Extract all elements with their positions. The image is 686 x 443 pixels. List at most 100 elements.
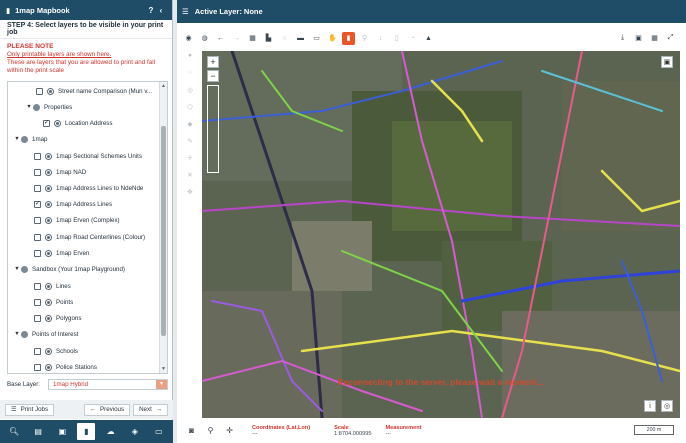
- fullscreen-icon[interactable]: ⤢: [664, 31, 677, 44]
- pencil-icon[interactable]: ✎: [183, 137, 197, 154]
- collapse-panel-button[interactable]: ‹: [156, 6, 166, 15]
- card-icon[interactable]: ▭: [310, 32, 323, 45]
- clock-icon[interactable]: ◔: [406, 32, 419, 45]
- visibility-icon[interactable]: [45, 168, 52, 176]
- layer-row[interactable]: Schools: [34, 343, 78, 359]
- zoom-out-button[interactable]: −: [207, 70, 219, 82]
- download-icon[interactable]: ↓: [374, 32, 387, 45]
- hand-icon[interactable]: ✋: [326, 32, 339, 45]
- car-icon[interactable]: ▭: [150, 423, 168, 440]
- point-icon[interactable]: ●: [183, 52, 197, 69]
- globe-icon[interactable]: ◍: [198, 32, 211, 45]
- layers-icon[interactable]: ◈: [126, 423, 144, 440]
- layer-checkbox[interactable]: [34, 168, 41, 176]
- visibility-icon[interactable]: [47, 87, 54, 95]
- visibility-icon[interactable]: [45, 298, 52, 306]
- menu-icon[interactable]: ☰: [182, 7, 189, 16]
- layer-checkbox[interactable]: [34, 249, 41, 257]
- layer-row[interactable]: Street name Comparison (Mun v...: [36, 83, 152, 99]
- layer-checkbox[interactable]: [36, 87, 43, 95]
- visibility-icon[interactable]: [45, 347, 52, 355]
- export-icon[interactable]: ⤓: [616, 31, 629, 44]
- layer-group-row[interactable]: ▼ Points of Interest: [13, 326, 78, 342]
- layer-checkbox[interactable]: [34, 347, 41, 355]
- layer-row[interactable]: Polygons: [34, 310, 81, 326]
- tag-icon[interactable]: ◆: [183, 120, 197, 137]
- layer-row[interactable]: ✓ 1map Address Lines: [34, 196, 112, 212]
- print-jobs-button[interactable]: ☰ Print Jobs: [5, 403, 55, 416]
- layer-row[interactable]: 1map Address Lines to NdeNde: [34, 180, 143, 196]
- layer-checkbox[interactable]: [34, 363, 41, 371]
- zoom-slider[interactable]: [207, 85, 219, 173]
- layer-checkbox[interactable]: [34, 314, 41, 322]
- help-button[interactable]: ?: [146, 6, 156, 15]
- next-button[interactable]: Next →: [133, 403, 168, 416]
- map-overview-button[interactable]: ▣: [661, 56, 673, 68]
- pin-icon[interactable]: ⚲: [358, 32, 371, 45]
- tree-scrollbar[interactable]: ▲ ▼: [159, 82, 167, 373]
- layer-checkbox-checked[interactable]: ✓: [43, 119, 50, 127]
- scroll-down-icon[interactable]: ▼: [160, 366, 167, 372]
- layer-row[interactable]: 1map Road Centerlines (Colour): [34, 229, 145, 245]
- image-icon[interactable]: ▣: [632, 31, 645, 44]
- close-icon[interactable]: ✕: [183, 171, 197, 188]
- caret-down-icon[interactable]: ▼: [13, 136, 21, 142]
- caret-down-icon[interactable]: ▼: [13, 331, 21, 337]
- layer-checkbox[interactable]: [34, 282, 41, 290]
- visibility-icon[interactable]: [45, 363, 52, 371]
- cloud-icon[interactable]: ☁: [102, 423, 120, 440]
- layer-checkbox[interactable]: [34, 216, 41, 224]
- grid-icon[interactable]: ▦: [246, 32, 259, 45]
- visibility-icon[interactable]: [45, 184, 52, 192]
- layer-checkbox[interactable]: [34, 298, 41, 306]
- layer-group-row[interactable]: ▼ 1map: [13, 131, 47, 147]
- layer-row[interactable]: Points: [34, 294, 73, 310]
- compass-icon[interactable]: ✛: [183, 154, 197, 171]
- chevron-down-icon[interactable]: ▼: [156, 380, 167, 389]
- id-card-icon[interactable]: ▣: [53, 423, 71, 440]
- visibility-icon[interactable]: [45, 249, 52, 257]
- info-button[interactable]: i: [644, 400, 656, 412]
- mapbook-tool-icon[interactable]: ▮: [342, 31, 355, 45]
- move-icon[interactable]: ✥: [183, 188, 197, 205]
- layer-checkbox[interactable]: [34, 184, 41, 192]
- layer-row[interactable]: Lines: [34, 278, 71, 294]
- circle-icon[interactable]: ○: [278, 32, 291, 45]
- crosshair-icon[interactable]: ✛: [223, 424, 236, 437]
- visibility-icon[interactable]: [54, 119, 61, 127]
- forward-arrow-icon[interactable]: →: [230, 32, 243, 45]
- caret-down-icon[interactable]: ▼: [25, 104, 33, 110]
- layer-checkbox[interactable]: [34, 152, 41, 160]
- ring-icon[interactable]: ◎: [183, 86, 197, 103]
- visibility-icon[interactable]: [45, 200, 52, 208]
- caret-down-icon[interactable]: ▼: [13, 266, 21, 272]
- polygon-icon[interactable]: ⬠: [183, 103, 197, 120]
- layer-row[interactable]: 1map Sectional Schemes Units: [34, 148, 142, 164]
- location-pin-icon[interactable]: ⚲: [204, 424, 217, 437]
- ruler-icon[interactable]: ▬: [294, 32, 307, 45]
- previous-button[interactable]: ← Previous: [83, 403, 131, 416]
- layer-row[interactable]: ✓ Location Address: [43, 115, 112, 131]
- map-canvas[interactable]: + − ▣ i ◎ Reconnecting to the server, pl…: [202, 51, 680, 418]
- layer-row[interactable]: 1map Erven: [34, 245, 89, 261]
- base-layer-select[interactable]: 1map Hybrid ▼: [48, 379, 168, 390]
- search-icon[interactable]: 🔍︎: [5, 423, 23, 440]
- layer-row[interactable]: 1map NAD: [34, 164, 86, 180]
- layer-row[interactable]: Police Stations: [34, 359, 97, 373]
- back-arrow-icon[interactable]: ←: [214, 32, 227, 45]
- visibility-icon[interactable]: [45, 282, 52, 290]
- visibility-icon[interactable]: [45, 216, 52, 224]
- circle-tool-icon[interactable]: ○: [183, 69, 197, 86]
- layer-tree[interactable]: Street name Comparison (Mun v... ▼ Prope…: [7, 81, 168, 374]
- layer-row[interactable]: 1map Erven (Complex): [34, 212, 120, 228]
- visibility-icon[interactable]: [45, 152, 52, 160]
- layer-group-row[interactable]: ▼ Properties: [25, 99, 72, 115]
- chart-icon[interactable]: ▙: [262, 32, 275, 45]
- visibility-icon[interactable]: [45, 233, 52, 241]
- visibility-icon[interactable]: [45, 314, 52, 322]
- locate-button[interactable]: ◎: [661, 400, 673, 412]
- road-icon[interactable]: ▲: [422, 32, 435, 45]
- zoom-in-button[interactable]: +: [207, 56, 219, 68]
- scroll-up-icon[interactable]: ▲: [160, 83, 167, 89]
- binoculars-icon[interactable]: ◉: [182, 32, 195, 45]
